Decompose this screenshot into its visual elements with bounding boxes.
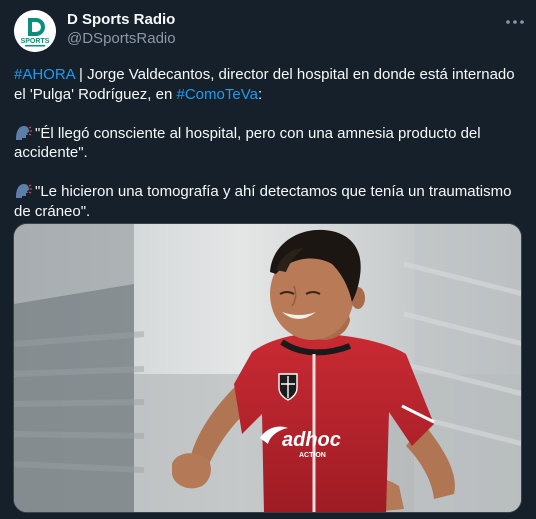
more-options-icon[interactable]	[503, 12, 527, 32]
tweet-text: #AHORA | Jorge Valdecantos, director del…	[14, 65, 524, 221]
sponsor-sub: ACTION	[299, 452, 326, 459]
hashtag-comotevva[interactable]: #ComoTeVa	[177, 86, 258, 103]
hashtag-ahora[interactable]: #AHORA	[14, 66, 75, 83]
account-name[interactable]: D Sports Radio	[67, 11, 175, 29]
account-handle[interactable]: @DSportsRadio	[67, 30, 176, 48]
speaking-head-icon	[16, 184, 32, 198]
avatar[interactable]: SPORTS	[14, 10, 56, 52]
tweet-card[interactable]: SPORTS D Sports Radio @DSportsRadio #AHO…	[0, 0, 536, 519]
tweet-paragraph-intro: #AHORA | Jorge Valdecantos, director del…	[14, 65, 524, 104]
intro-text: | Jorge Valdecantos, director del hospit…	[14, 66, 515, 103]
sponsor-logo: adhoc	[282, 429, 341, 451]
speaking-head-icon	[16, 125, 32, 140]
avatar-text: SPORTS	[21, 38, 50, 45]
quote1-text: "Él llegó consciente al hospital, pero c…	[14, 124, 481, 162]
tweet-photo[interactable]: adhoc ACTION	[13, 223, 522, 513]
tweet-paragraph-quote2: "Le hicieron una tomografía y ahí detect…	[14, 182, 524, 221]
tweet-paragraph-quote1: "Él llegó consciente al hospital, pero c…	[14, 124, 524, 163]
intro-end: :	[257, 85, 263, 103]
quote2-text: "Le hicieron una tomografía y ahí detect…	[14, 183, 512, 220]
